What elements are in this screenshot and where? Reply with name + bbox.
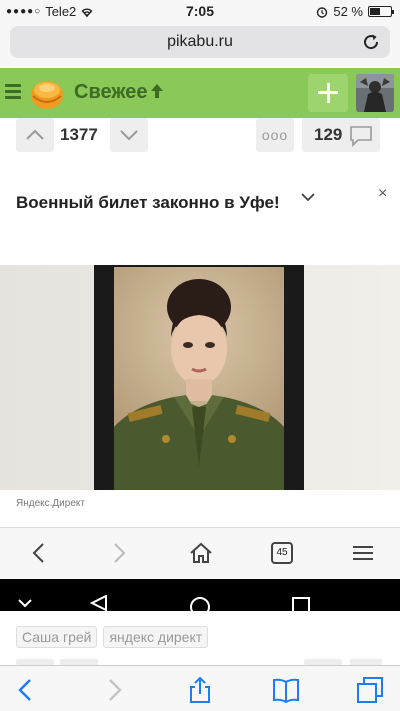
- tag[interactable]: Саша грей: [16, 626, 98, 648]
- chevron-down-icon[interactable]: [16, 597, 34, 611]
- site-header: Свежее: [0, 68, 400, 118]
- status-right: 52 %: [316, 4, 394, 19]
- back-arrow-icon[interactable]: [26, 540, 52, 566]
- portrait-woman-uniform: [114, 267, 284, 490]
- back-triangle-icon[interactable]: [88, 595, 110, 611]
- ad-photo[interactable]: [94, 265, 304, 490]
- forward-arrow-icon[interactable]: [106, 540, 132, 566]
- url-text[interactable]: pikabu.ru: [10, 33, 390, 51]
- home-icon[interactable]: [188, 540, 214, 566]
- comments-count: 129: [314, 125, 343, 144]
- speech-bubble-icon: [350, 126, 372, 147]
- ad-source-label[interactable]: Яндекс.Директ: [16, 498, 85, 509]
- post-tags: Саша грей яндекс директ: [16, 626, 209, 648]
- battery-icon: [368, 6, 394, 17]
- add-post-button[interactable]: [308, 74, 348, 112]
- embedded-browser-toolbar: 45: [0, 527, 400, 579]
- recents-square-icon[interactable]: [290, 595, 312, 611]
- arrow-up-icon[interactable]: [148, 82, 166, 100]
- battery-level: [370, 8, 381, 15]
- section-title[interactable]: Свежее: [74, 81, 148, 104]
- alarm-icon: [317, 6, 328, 18]
- back-arrow-icon[interactable]: [12, 676, 40, 704]
- home-circle-icon[interactable]: [188, 595, 212, 611]
- post-rating-bar: 1377 ooo 129: [0, 118, 400, 156]
- forward-arrow-icon[interactable]: [100, 676, 128, 704]
- portrait-illustration: [114, 279, 284, 490]
- browser-address-bar: pikabu.ru: [0, 22, 400, 66]
- upvote-button[interactable]: [16, 118, 54, 152]
- tabs-button[interactable]: 45: [271, 542, 293, 564]
- avatar[interactable]: [356, 74, 394, 112]
- chevron-up-icon: [26, 129, 44, 140]
- post-rating: 1377: [60, 125, 98, 144]
- tabs-icon[interactable]: [356, 676, 384, 704]
- share-icon[interactable]: [186, 676, 214, 704]
- chevron-down-icon: [120, 130, 138, 141]
- more-button[interactable]: ooo: [256, 118, 294, 152]
- chevron-down-icon[interactable]: [300, 190, 316, 204]
- ad-title[interactable]: Военный билет законно в Уфе!: [16, 193, 280, 213]
- safari-toolbar: [0, 665, 400, 711]
- url-field[interactable]: pikabu.ru: [10, 26, 390, 58]
- menu-icon[interactable]: [350, 540, 376, 566]
- ad-close-button[interactable]: ×: [378, 185, 387, 203]
- avatar-image: [356, 74, 394, 112]
- ad-image[interactable]: [0, 265, 400, 490]
- menu-icon[interactable]: [5, 84, 21, 100]
- bookmarks-icon[interactable]: [272, 676, 300, 704]
- reload-icon[interactable]: [360, 31, 382, 53]
- status-bar: ●●●●○ Tele2 7:05 52 %: [0, 0, 400, 22]
- android-navigation-bar: [0, 579, 400, 611]
- comments-button[interactable]: 129: [302, 118, 380, 152]
- tag[interactable]: яндекс директ: [103, 626, 209, 648]
- downvote-button[interactable]: [110, 118, 148, 152]
- battery-percent: 52 %: [333, 4, 363, 19]
- pikabu-logo[interactable]: [28, 74, 66, 112]
